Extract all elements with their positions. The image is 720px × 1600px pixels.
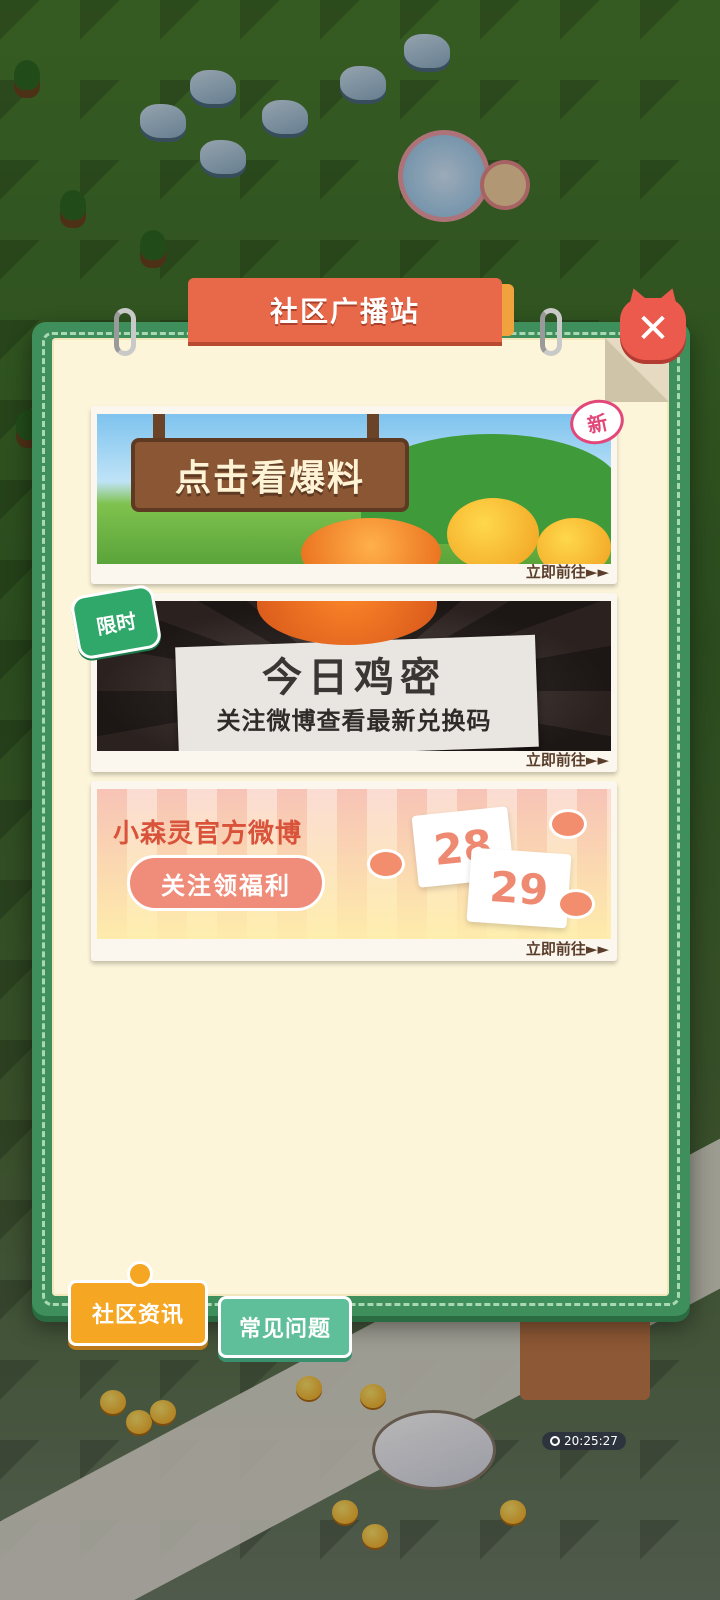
weibo-banner-image: 小森灵官方微博 关注领福利 28 29 [97,789,611,939]
go-now-link[interactable]: 立即前往►► [526,749,609,770]
close-icon: ✕ [636,306,670,352]
daily-code-headline: 今日鸡密 [262,655,446,701]
binder-ring-right [540,308,562,356]
tab-community-news[interactable]: 社区资讯 [68,1261,208,1346]
news-card-scoop[interactable]: 点击看爆料 立即前往►► [91,406,617,584]
daily-code-subline: 关注微博查看最新兑换码 [216,707,492,735]
title-banner: 社区广播站 [188,278,514,342]
scoop-banner-image: 点击看爆料 [97,414,611,564]
follow-pill: 关注领福利 [127,855,325,911]
dialog-title: 社区广播站 [269,295,420,328]
weibo-logo-icon [367,849,405,879]
clock-time: 20:25:27 [564,1434,618,1448]
new-badge-label: 新 [585,409,610,438]
daily-code-banner-image: 今日鸡密 关注微博查看最新兑换码 [97,601,611,751]
wooden-sign: 点击看爆料 [131,438,409,512]
calendar-date-b: 29 [488,861,550,915]
go-now-link[interactable]: 立即前往►► [526,938,609,959]
weibo-title: 小森灵官方微博 [113,819,303,849]
clock-icon [550,1436,560,1446]
follow-pill-label: 关注领福利 [161,871,291,900]
pin-icon [127,1261,153,1287]
tab-faq-label: 常见问题 [238,1317,331,1342]
game-clock: 20:25:27 [542,1432,626,1450]
scoop-banner-text: 点击看爆料 [174,458,365,499]
close-button[interactable]: ✕ [620,285,686,360]
news-card-weibo[interactable]: 小森灵官方微博 关注领福利 28 29 立即前往►► [91,781,617,961]
tab-faq[interactable]: 常见问题 [218,1296,352,1358]
news-card-daily-code[interactable]: 今日鸡密 关注微博查看最新兑换码 立即前往►► [91,593,617,772]
limited-time-label: 限时 [94,608,139,639]
go-now-link[interactable]: 立即前往►► [526,561,609,582]
duck-character [447,498,539,564]
binder-ring-left [114,308,136,356]
weibo-logo-icon [557,889,595,919]
weibo-logo-icon [549,809,587,839]
calendar-page: 29 [466,847,572,929]
tab-community-news-label: 社区资讯 [91,1303,184,1328]
